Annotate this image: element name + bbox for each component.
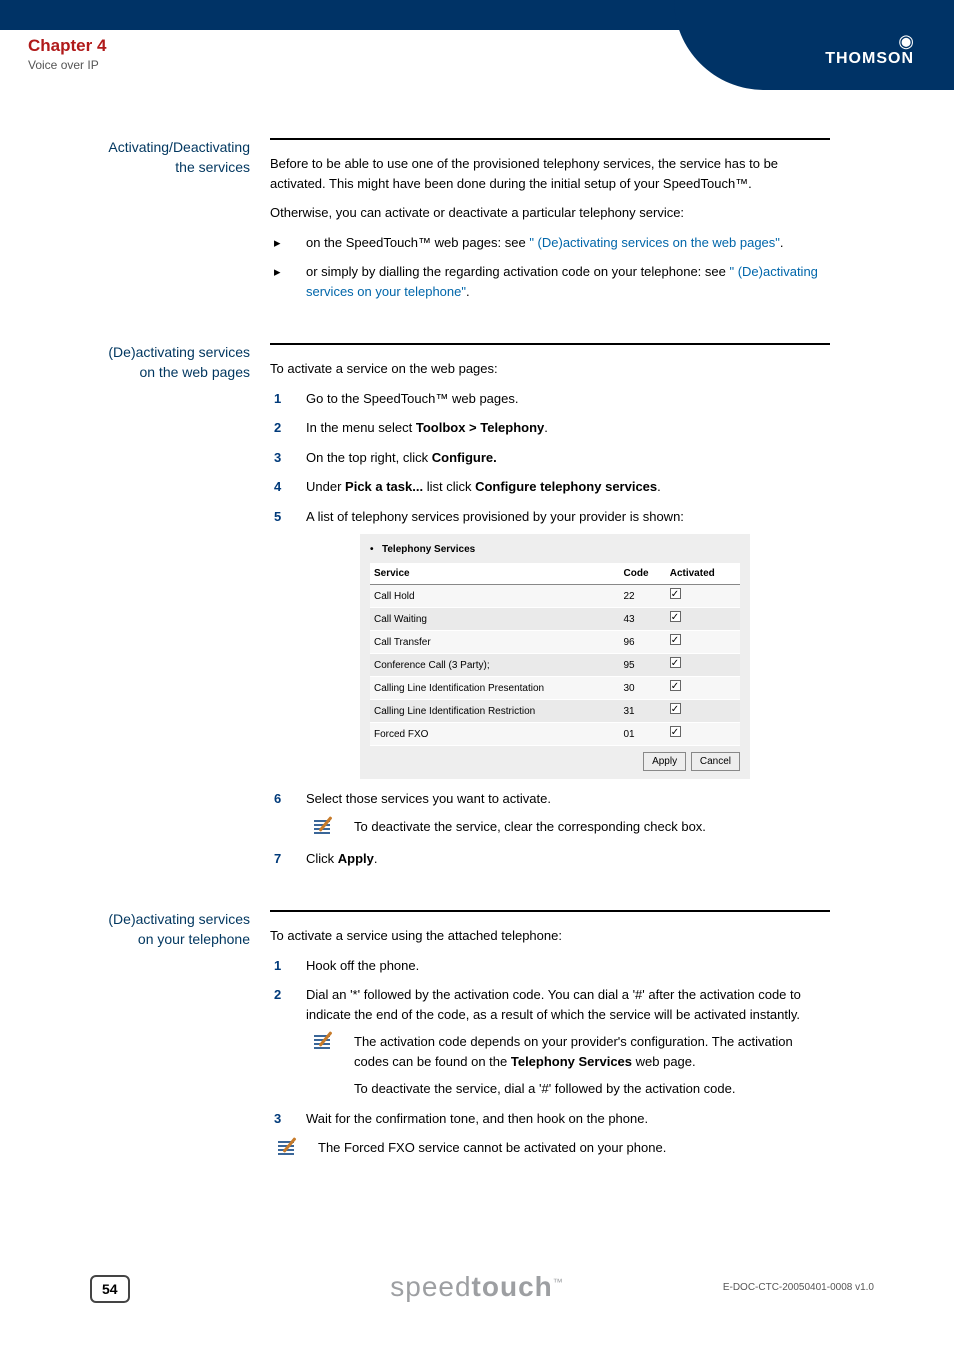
paragraph: To activate a service on the web pages: [270,359,830,379]
apply-button[interactable]: Apply [643,752,686,771]
numbered-list: 1Go to the SpeedTouch™ web pages. 2In th… [270,389,830,869]
heading-line: the services [175,159,250,175]
list-item: 1Hook off the phone. [270,956,830,976]
doc-id: E-DOC-CTC-20050401-0008 v1.0 [723,1282,874,1293]
paragraph: To activate a service using the attached… [270,926,830,946]
list-item: 2In the menu select Toolbox > Telephony. [270,418,830,438]
brand-text: THOMSON [674,50,914,68]
table-title: Telephony Services [370,542,740,557]
brand-block: ◉ THOMSON [674,0,954,90]
header-row: Chapter 4 Voice over IP ◉ THOMSON [0,30,954,90]
checkbox-icon[interactable] [670,726,681,737]
note-icon [278,1138,304,1160]
list-item: 2Dial an '*' followed by the activation … [270,985,830,1099]
checkbox-icon[interactable] [670,703,681,714]
table-row: Call Transfer96 [370,631,740,654]
checkbox-icon[interactable] [670,611,681,622]
note-icon [314,817,340,839]
note: The Forced FXO service cannot be activat… [270,1138,830,1160]
heading-line: on the web pages [139,364,250,380]
list-item: or simply by dialling the regarding acti… [270,262,830,301]
list-item: 3On the top right, click Configure. [270,448,830,468]
heading-line: (De)activating services [108,344,250,360]
checkbox-icon[interactable] [670,634,681,645]
heading-line: on your telephone [138,931,250,947]
table-row: Conference Call (3 Party);95 [370,654,740,677]
section-web: (De)activating services on the web pages… [80,343,870,878]
page-number: 54 [90,1275,130,1303]
list-item: 1Go to the SpeedTouch™ web pages. [270,389,830,409]
list-item: 7Click Apply. [270,849,830,869]
col-activated: Activated [666,563,740,585]
paragraph: Before to be able to use one of the prov… [270,154,830,193]
table-row: Calling Line Identification Restriction3… [370,700,740,723]
bullet-list: on the SpeedTouch™ web pages: see " (De)… [270,233,830,302]
list-item: 5A list of telephony services provisione… [270,507,830,780]
checkbox-icon[interactable] [670,588,681,599]
list-item: 4Under Pick a task... list click Configu… [270,477,830,497]
side-heading-phone: (De)activating services on your telephon… [80,910,270,1170]
link-ref[interactable]: " (De)activating services on the web pag… [529,235,780,250]
footer: 54 speedtouch™ E-DOC-CTC-20050401-0008 v… [0,1253,954,1303]
col-code: Code [620,563,666,585]
note-text: To deactivate the service, clear the cor… [354,817,830,837]
side-heading-activating: Activating/Deactivating the services [80,138,270,311]
list-item: 3Wait for the confirmation tone, and the… [270,1109,830,1129]
section-phone: (De)activating services on your telephon… [80,910,870,1170]
list-item: on the SpeedTouch™ web pages: see " (De)… [270,233,830,253]
telephony-services-table: Service Code Activated Call Hold22 Call … [370,563,740,746]
chapter-subtitle: Voice over IP [28,58,106,72]
note-text: The Forced FXO service cannot be activat… [318,1138,830,1158]
chapter-block: Chapter 4 Voice over IP [28,36,106,72]
cancel-button[interactable]: Cancel [691,752,740,771]
side-heading-web: (De)activating services on the web pages [80,343,270,878]
section-body: To activate a service on the web pages: … [270,343,830,878]
note-icon [314,1032,340,1054]
note: To deactivate the service, clear the cor… [306,817,830,839]
section-body: Before to be able to use one of the prov… [270,138,830,311]
speedtouch-logo: speedtouch™ [390,1271,564,1303]
note-text: The activation code depends on your prov… [354,1032,830,1099]
col-service: Service [370,563,620,585]
telephony-table-wrap: Telephony Services Service Code Activate… [360,534,750,779]
list-item: 6Select those services you want to activ… [270,789,830,839]
table-row: Calling Line Identification Presentation… [370,677,740,700]
checkbox-icon[interactable] [670,657,681,668]
section-body: To activate a service using the attached… [270,910,830,1170]
table-row: Call Waiting43 [370,608,740,631]
note: The activation code depends on your prov… [306,1032,830,1099]
content: Activating/Deactivating the services Bef… [80,138,870,1202]
numbered-list: 1Hook off the phone. 2Dial an '*' follow… [270,956,830,1129]
table-row: Forced FXO01 [370,723,740,746]
section-activating: Activating/Deactivating the services Bef… [80,138,870,311]
checkbox-icon[interactable] [670,680,681,691]
heading-line: Activating/Deactivating [108,139,250,155]
chapter-title: Chapter 4 [28,36,106,56]
heading-line: (De)activating services [108,911,250,927]
table-row: Call Hold22 [370,585,740,608]
paragraph: Otherwise, you can activate or deactivat… [270,203,830,223]
brand-icon: ◉ [674,32,914,50]
button-row: Apply Cancel [370,752,740,771]
